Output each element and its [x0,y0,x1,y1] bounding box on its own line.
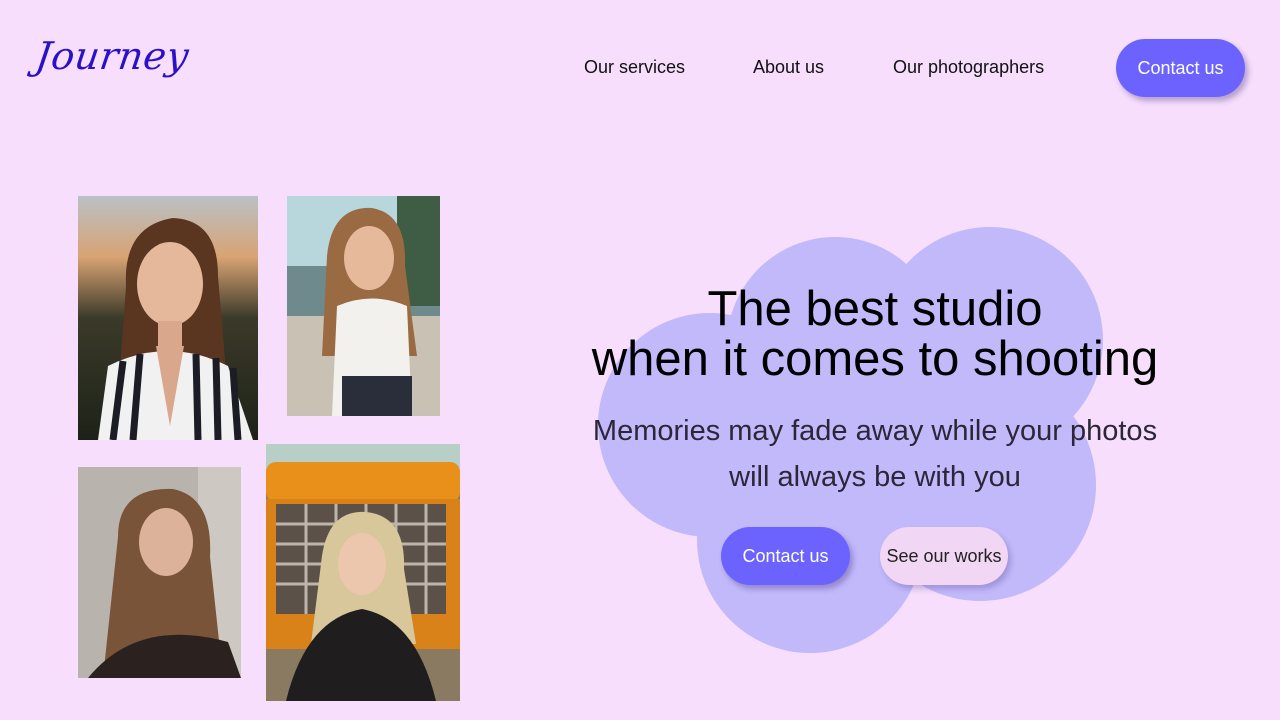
gallery-photo-portrait-orange-truck [266,444,460,701]
see-our-works-button[interactable]: See our works [880,527,1008,585]
hero-contact-button[interactable]: Contact us [721,527,850,585]
gallery-photo-portrait-white-top [287,196,440,416]
gallery-photo-portrait-dark-top [78,467,241,678]
gallery-photo-portrait-striped-shirt [78,196,258,440]
hero-title-line-2: when it comes to shooting [591,332,1159,386]
hero-title: The best studio when it comes to shootin… [560,284,1190,384]
hero-subtitle-line-2: will always be with you [729,461,1021,493]
hero-subtitle-line-1: Memories may fade away while your photos [592,415,1158,447]
hero-subtitle: Memories may fade away while your photos… [560,408,1190,500]
hero-title-line-1: The best studio [707,282,1043,336]
